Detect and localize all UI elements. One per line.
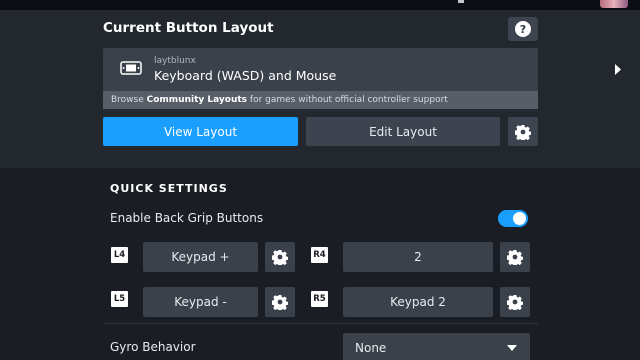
l4-binding-button[interactable]: Keypad + [143, 242, 258, 272]
r4-settings-button[interactable] [500, 242, 530, 272]
community-prefix: Browse [111, 95, 147, 105]
layout-settings-button[interactable] [508, 117, 538, 146]
avatar[interactable] [600, 0, 628, 8]
back-grip-toggle[interactable] [498, 210, 528, 227]
edit-layout-button[interactable]: Edit Layout [306, 117, 500, 146]
gear-icon [515, 124, 531, 140]
page-title: Current Button Layout [103, 20, 274, 36]
r4-binding-button[interactable]: 2 [343, 242, 493, 272]
l4-settings-button[interactable] [265, 242, 295, 272]
l5-settings-button[interactable] [265, 287, 295, 317]
gyro-behavior-dropdown[interactable]: None [343, 333, 530, 360]
quick-settings-section [0, 168, 640, 360]
question-circle-icon: ? [515, 21, 531, 37]
gear-icon [507, 295, 523, 310]
r5-binding-button[interactable]: Keypad 2 [343, 287, 493, 317]
l5-binding-button[interactable]: Keypad - [143, 287, 258, 317]
top-status-bar [0, 0, 640, 10]
view-layout-button[interactable]: View Layout [103, 117, 298, 146]
help-button[interactable]: ? [508, 17, 538, 41]
quick-settings-title: QUICK SETTINGS [110, 182, 228, 195]
r5-badge: R5 [311, 291, 328, 307]
gear-icon [272, 295, 288, 310]
layout-author: laytblunx [154, 56, 196, 66]
r5-settings-button[interactable] [500, 287, 530, 317]
status-indicator [458, 0, 464, 3]
layout-name: Keyboard (WASD) and Mouse [154, 68, 337, 83]
gyro-behavior-label: Gyro Behavior [110, 340, 196, 354]
controller-icon [120, 61, 142, 75]
gear-icon [507, 250, 523, 265]
gear-icon [272, 250, 288, 265]
community-layouts-banner[interactable]: Browse Community Layouts for games witho… [103, 91, 538, 109]
r4-badge: R4 [311, 247, 328, 263]
community-layouts-link[interactable]: Community Layouts [147, 95, 247, 105]
gyro-behavior-value: None [355, 341, 387, 355]
chevron-down-icon [507, 345, 517, 351]
l4-badge: L4 [111, 247, 128, 263]
back-grip-label: Enable Back Grip Buttons [110, 211, 264, 225]
l5-badge: L5 [111, 291, 128, 307]
divider [103, 323, 538, 324]
chevron-right-icon [615, 64, 621, 75]
toggle-knob [513, 212, 526, 225]
current-layout-card[interactable]: laytblunx Keyboard (WASD) and Mouse [103, 48, 621, 91]
community-suffix: for games without official controller su… [247, 95, 448, 105]
